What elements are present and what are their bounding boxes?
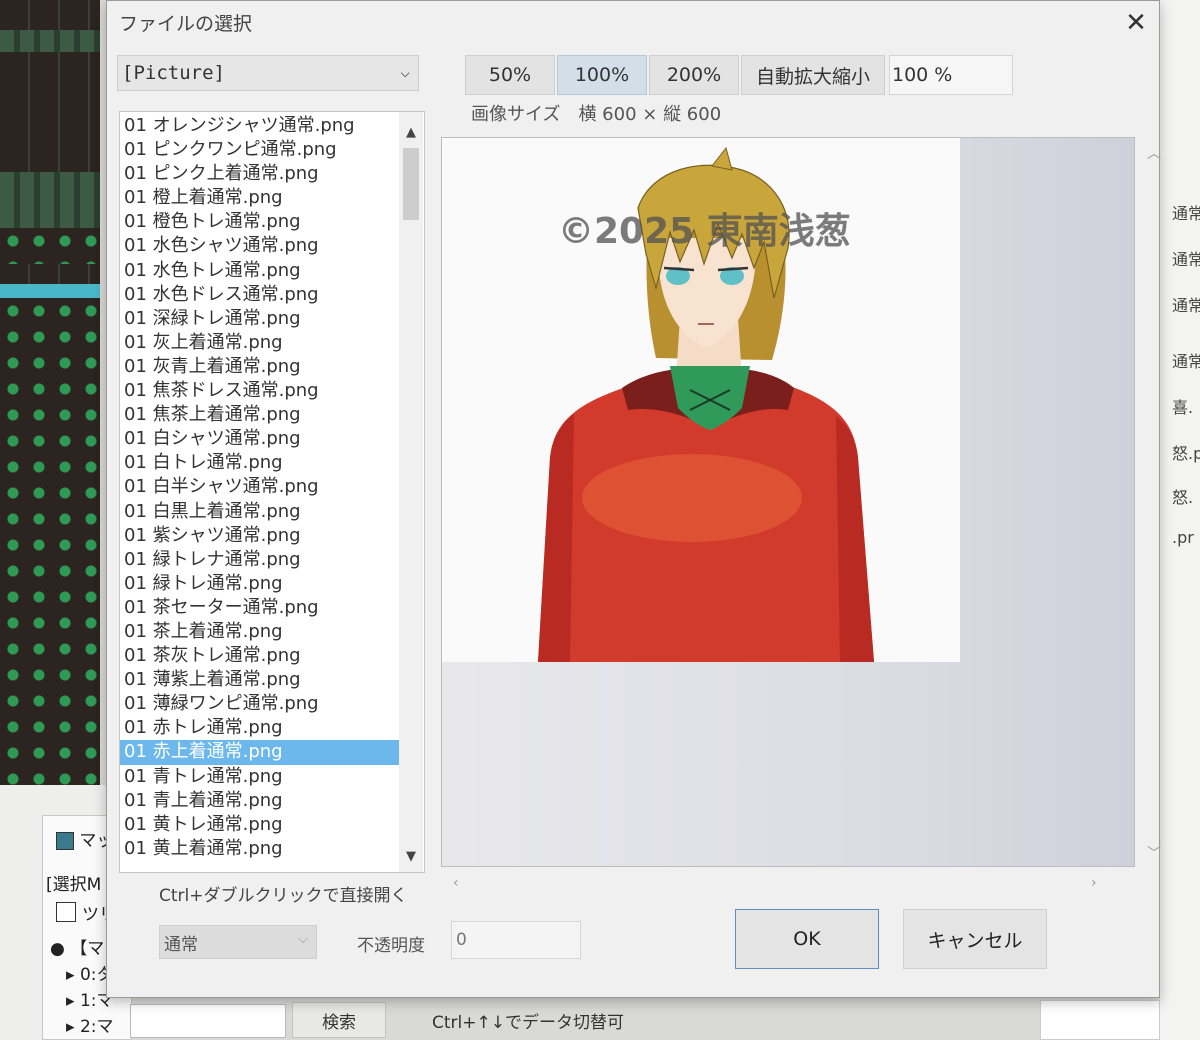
watermark-text: ©2025 東南浅葱: [558, 211, 851, 252]
bg-search-button[interactable]: 検索: [292, 1002, 386, 1038]
file-list-item[interactable]: 01 水色シャツ通常.png: [120, 234, 402, 258]
file-list-item[interactable]: 01 黄上着通常.png: [120, 837, 402, 861]
file-list-item[interactable]: 01 深緑トレ通常.png: [120, 307, 402, 331]
file-select-dialog: ファイルの選択 ✕ [Picture] ⌵ 01 オレンジシャツ通常.png 01…: [106, 0, 1161, 998]
blend-mode-select[interactable]: 通常 ⌵: [159, 925, 317, 959]
file-list-item[interactable]: 01 灰青上着通常.png: [120, 355, 402, 379]
chevron-up-icon[interactable]: ︿: [1147, 143, 1161, 163]
file-list-item[interactable]: 01 水色トレ通常.png: [120, 259, 402, 283]
close-icon: ✕: [1125, 8, 1147, 38]
bg-list-item: 通常: [1172, 204, 1200, 223]
file-list-scrollbar[interactable]: ▲ ▼: [399, 112, 423, 872]
file-list-item[interactable]: 01 茶セーター通常.png: [120, 596, 402, 620]
opacity-input[interactable]: 0: [451, 921, 581, 959]
file-list-item[interactable]: 01 黄トレ通常.png: [120, 813, 402, 837]
file-list-item[interactable]: 01 オレンジシャツ通常.png: [120, 114, 402, 138]
scroll-thumb[interactable]: [403, 148, 419, 220]
file-list-item[interactable]: 01 緑トレ通常.png: [120, 572, 402, 596]
file-list-item[interactable]: 01 薄緑ワンピ通常.png: [120, 692, 402, 716]
file-list-item[interactable]: 01 白半シャツ通常.png: [120, 475, 402, 499]
ok-button[interactable]: OK: [735, 909, 879, 969]
file-list-item[interactable]: 01 焦茶上着通常.png: [120, 403, 402, 427]
chevron-left-icon[interactable]: ‹: [453, 875, 459, 891]
file-list-item[interactable]: 01 緑トレナ通常.png: [120, 548, 402, 572]
image-size-label: 画像サイズ 横 600 × 縦 600: [471, 104, 722, 125]
chevron-down-icon[interactable]: ▼: [399, 844, 423, 868]
file-list-item[interactable]: 01 灰上着通常.png: [120, 331, 402, 355]
file-list-item[interactable]: 01 赤トレ通常.png: [120, 716, 402, 740]
blend-mode-value: 通常: [164, 934, 198, 955]
close-button[interactable]: ✕: [1113, 1, 1159, 45]
file-list-item[interactable]: 01 橙上着通常.png: [120, 186, 402, 210]
file-list-item[interactable]: 01 赤上着通常.png: [120, 740, 402, 765]
chevron-up-icon[interactable]: ▲: [399, 120, 423, 144]
file-list-item[interactable]: 01 水色ドレス通常.png: [120, 283, 402, 307]
file-list-item[interactable]: 01 茶上着通常.png: [120, 620, 402, 644]
bg-list-item: 喜.: [1172, 398, 1194, 417]
bg-list-item: 通常: [1172, 250, 1200, 269]
file-list-item[interactable]: 01 薄紫上着通常.png: [120, 668, 402, 692]
data-switch-hint: Ctrl+↑↓でデータ切替可: [432, 1013, 624, 1033]
bg-field[interactable]: [1040, 1000, 1160, 1040]
cancel-button[interactable]: キャンセル: [903, 909, 1047, 969]
file-list-item[interactable]: 01 ピンクワンピ通常.png: [120, 138, 402, 162]
dialog-title: ファイルの選択: [119, 13, 253, 35]
bg-search-input[interactable]: [130, 1004, 286, 1038]
file-list-item[interactable]: 01 白黒上着通常.png: [120, 500, 402, 524]
zoom-200-button[interactable]: 200%: [649, 55, 739, 95]
file-list[interactable]: 01 オレンジシャツ通常.png 01 ピンクワンピ通常.png 01 ピンク上着通…: [119, 111, 425, 873]
bg-list-item: 通常: [1172, 352, 1200, 371]
map-tree-item[interactable]: ▸ 2:マ: [66, 1012, 113, 1037]
bg-list-item: 通常: [1172, 296, 1200, 315]
zoom-value-input[interactable]: 100 %: [889, 55, 1013, 95]
file-list-item[interactable]: 01 焦茶ドレス通常.png: [120, 379, 402, 403]
file-list-items: 01 オレンジシャツ通常.png 01 ピンクワンピ通常.png 01 ピンク上着通…: [120, 114, 402, 861]
right-background-list: 通常 通常 通常 通常 喜. 怒.p 怒. .pr: [1160, 0, 1200, 1040]
file-list-item[interactable]: 01 橙色トレ通常.png: [120, 210, 402, 234]
chevron-right-icon[interactable]: ›: [1091, 875, 1097, 891]
tree-checkbox[interactable]: [56, 902, 76, 922]
map-tileset-preview: [0, 0, 100, 785]
zoom-50-button[interactable]: 50%: [465, 55, 555, 95]
file-list-item[interactable]: 01 紫シャツ通常.png: [120, 524, 402, 548]
select-mode-label: [選択M: [46, 875, 102, 895]
chevron-down-icon: ⌵: [400, 62, 410, 81]
chevron-down-icon[interactable]: ﹀: [1147, 843, 1161, 863]
bg-list-item: 怒.p: [1172, 444, 1200, 463]
file-list-item[interactable]: 01 茶灰トレ通常.png: [120, 644, 402, 668]
zoom-100-button[interactable]: 100%: [557, 55, 647, 95]
bg-list-item: 怒.: [1172, 488, 1194, 507]
auto-zoom-button[interactable]: 自動拡大縮小: [741, 55, 885, 95]
image-preview[interactable]: ©2025 東南浅葱: [441, 137, 1135, 867]
file-list-item[interactable]: 01 白トレ通常.png: [120, 451, 402, 475]
file-list-item[interactable]: 01 白シャツ通常.png: [120, 427, 402, 451]
file-list-item[interactable]: 01 青上着通常.png: [120, 789, 402, 813]
folder-select-value: [Picture]: [122, 62, 225, 84]
opacity-label: 不透明度: [357, 936, 425, 956]
file-list-item[interactable]: 01 青トレ通常.png: [120, 765, 402, 789]
folder-select[interactable]: [Picture] ⌵: [117, 55, 419, 91]
map-window-title: マッ: [56, 826, 113, 851]
chevron-down-icon: ⌵: [298, 932, 308, 947]
file-list-item[interactable]: 01 ピンク上着通常.png: [120, 162, 402, 186]
list-hint: Ctrl+ダブルクリックで直接開く: [159, 886, 408, 906]
bg-list-item: .pr: [1172, 528, 1194, 547]
map-icon: [56, 832, 74, 850]
